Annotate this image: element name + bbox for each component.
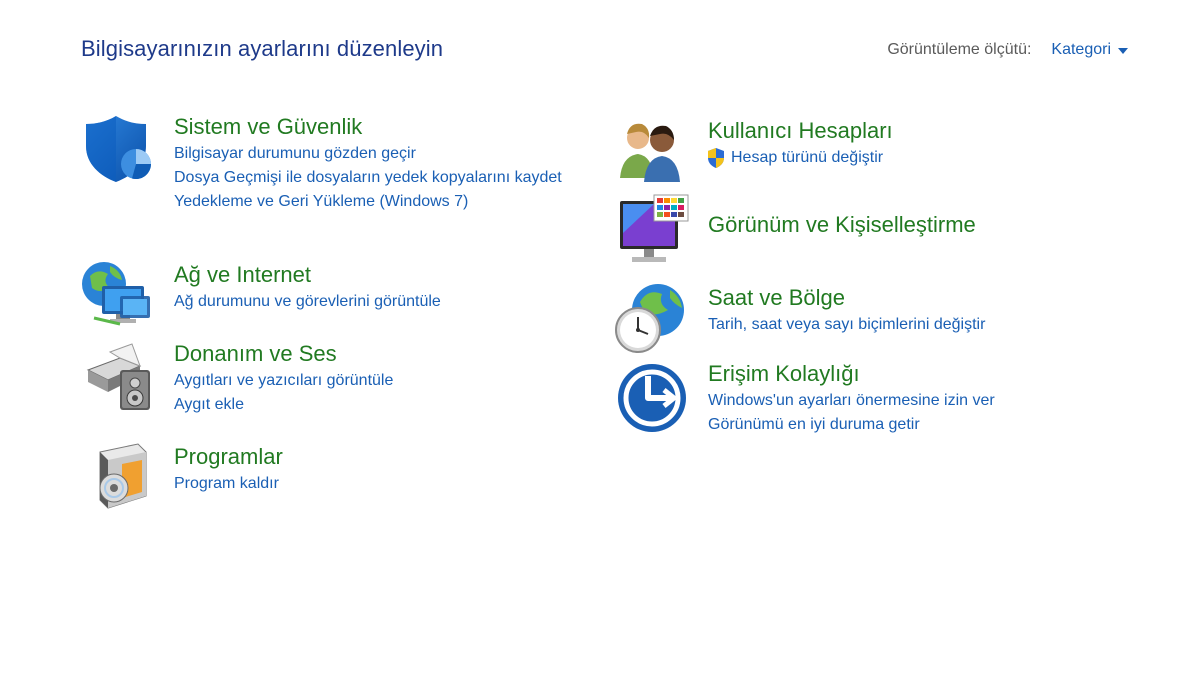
link-backup-restore[interactable]: Yedekleme ve Geri Yükleme (Windows 7) bbox=[174, 190, 564, 214]
monitor-palette-icon[interactable] bbox=[614, 193, 690, 269]
link-optimize-display[interactable]: Görünümü en iyi duruma getir bbox=[708, 413, 1128, 437]
printer-speaker-icon[interactable] bbox=[80, 336, 156, 412]
security-shield-icon[interactable] bbox=[80, 110, 156, 186]
view-by-value[interactable]: Kategori bbox=[1051, 41, 1111, 59]
category-title-users[interactable]: Kullanıcı Hesapları bbox=[708, 116, 1128, 146]
link-network-status[interactable]: Ağ durumunu ve görevlerini görüntüle bbox=[174, 290, 564, 314]
category-title-hardware[interactable]: Donanım ve Ses bbox=[174, 339, 564, 369]
uac-shield-icon bbox=[708, 148, 724, 168]
link-add-device[interactable]: Aygıt ekle bbox=[174, 393, 564, 417]
category-title-system[interactable]: Sistem ve Güvenlik bbox=[174, 112, 564, 142]
category-title-access[interactable]: Erişim Kolaylığı bbox=[708, 359, 1128, 389]
programs-box-icon[interactable] bbox=[80, 438, 156, 514]
view-by-dropdown[interactable]: Kategori bbox=[1051, 41, 1128, 59]
category-title-appearance[interactable]: Görünüm ve Kişiselleştirme bbox=[708, 210, 1128, 240]
link-let-windows-suggest[interactable]: Windows'un ayarları önermesine izin ver bbox=[708, 389, 1128, 413]
category-title-clock[interactable]: Saat ve Bölge bbox=[708, 283, 1128, 313]
view-by-control: Görüntüleme ölçütü: Kategori bbox=[887, 41, 1128, 59]
link-change-account-type-label[interactable]: Hesap türünü değiştir bbox=[731, 146, 883, 170]
clock-globe-icon[interactable] bbox=[614, 280, 690, 356]
link-devices-printers[interactable]: Aygıtları ve yazıcıları görüntüle bbox=[174, 369, 564, 393]
link-date-time-formats[interactable]: Tarih, saat veya sayı biçimlerini değişt… bbox=[708, 313, 1128, 337]
link-file-history[interactable]: Dosya Geçmişi ile dosyaların yedek kopya… bbox=[174, 166, 564, 190]
category-title-programs[interactable]: Programlar bbox=[174, 442, 564, 472]
link-uninstall-program[interactable]: Program kaldır bbox=[174, 472, 564, 496]
user-accounts-icon[interactable] bbox=[614, 112, 690, 188]
network-globe-icon[interactable] bbox=[80, 258, 156, 334]
link-review-status[interactable]: Bilgisayar durumunu gözden geçir bbox=[174, 142, 564, 166]
link-change-account-type[interactable]: Hesap türünü değiştir bbox=[708, 146, 1128, 170]
view-by-label: Görüntüleme ölçütü: bbox=[887, 41, 1032, 58]
chevron-down-icon[interactable] bbox=[1118, 47, 1128, 54]
ease-of-access-icon[interactable] bbox=[614, 358, 690, 434]
category-title-network[interactable]: Ağ ve Internet bbox=[174, 260, 564, 290]
page-title: Bilgisayarınızın ayarlarını düzenleyin bbox=[81, 36, 444, 61]
